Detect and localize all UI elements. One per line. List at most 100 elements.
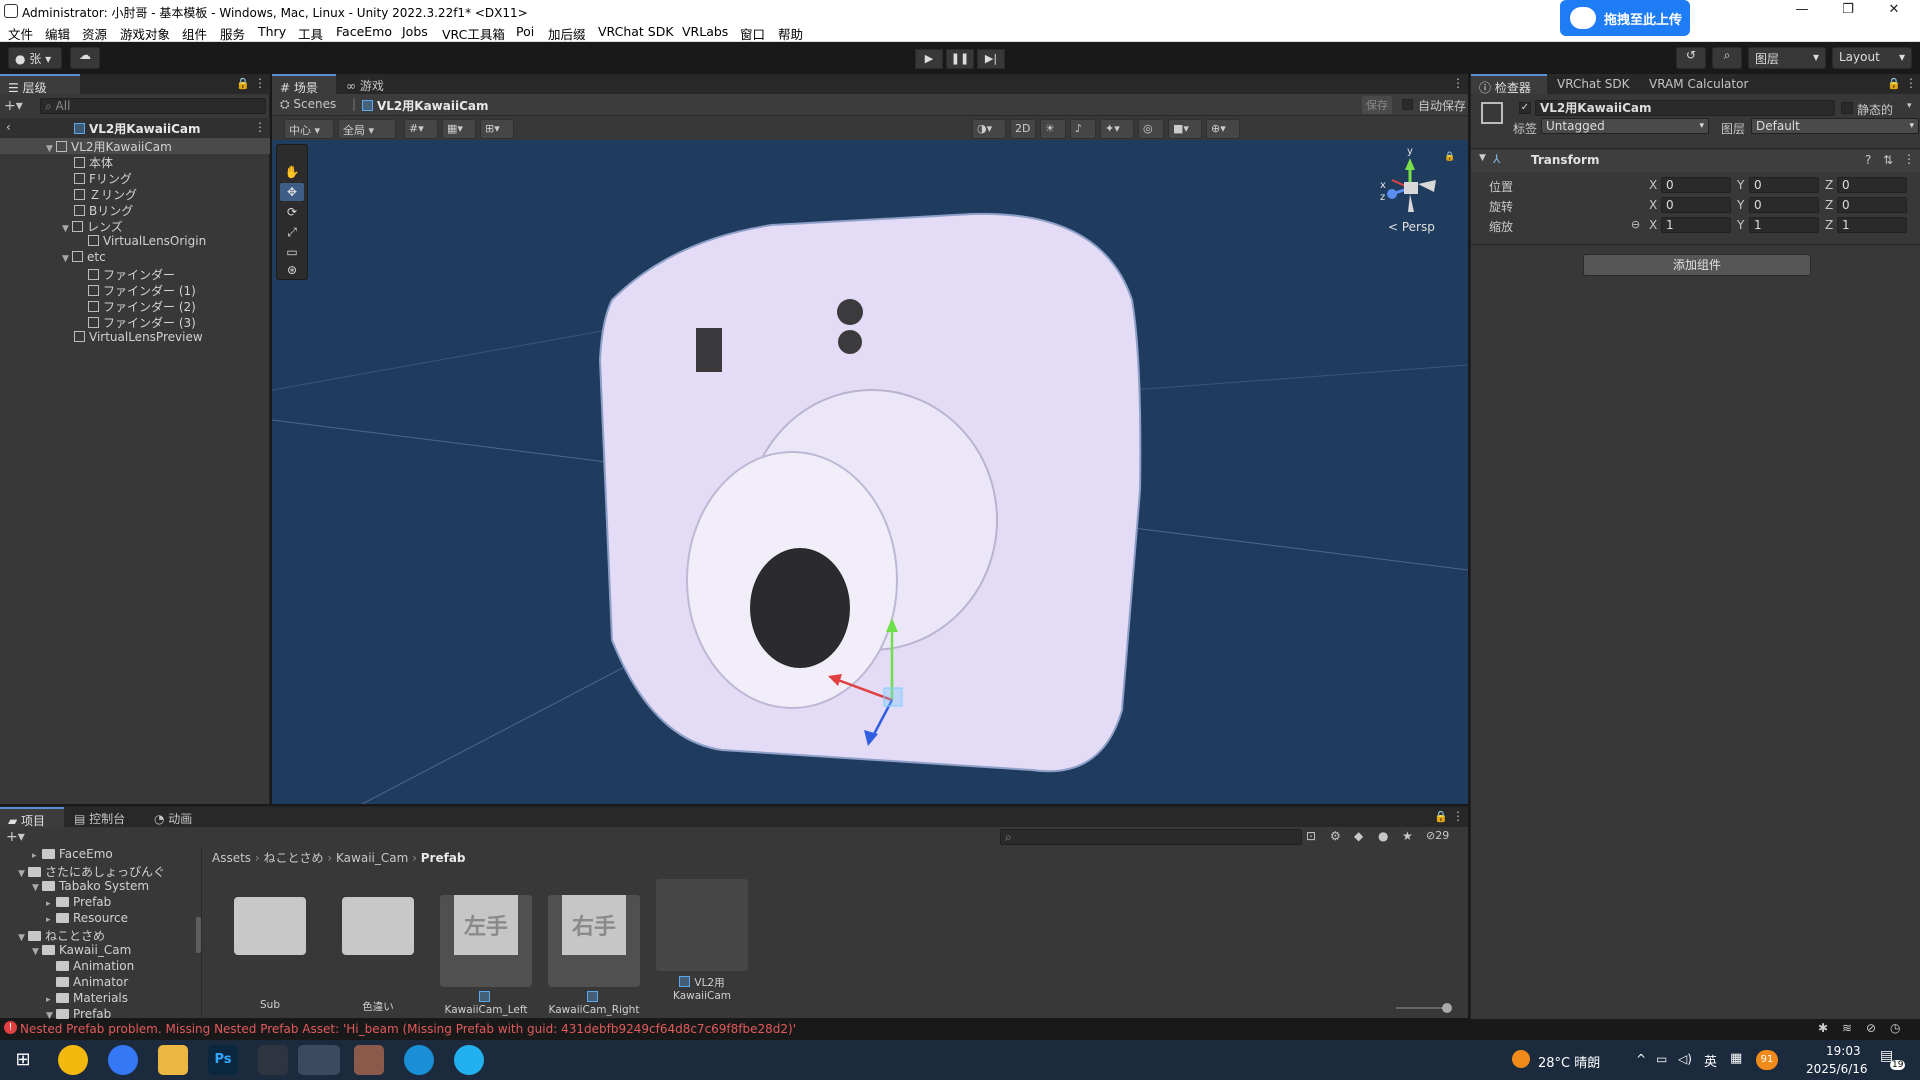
object-name-field[interactable]: VL2用KawaiiCam [1535,100,1835,116]
add-component-button[interactable]: 添加组件 [1583,254,1811,276]
lighting-icon[interactable]: ☀ [1040,119,1066,139]
step-button[interactable]: ▶| [977,49,1005,69]
transform-header[interactable]: ▼ ⅄ Transform ? ⇅ ⋮ [1471,150,1920,172]
menu-item-gameobject[interactable]: 游戏对象 [120,24,170,43]
asset-item[interactable]: VL2用KawaiiCam [656,879,748,1002]
bug-icon[interactable]: ✱ [1818,1021,1828,1035]
scale-x-field[interactable]: 1 [1661,217,1731,233]
account-dropdown[interactable]: ● 张 ▾ [8,47,62,69]
more-icon[interactable]: ⋮ [1905,76,1917,90]
browser-icon[interactable] [108,1045,138,1075]
asset-item[interactable]: Sub [224,879,316,1011]
network-icon[interactable]: ▭ [1656,1052,1667,1066]
shading-mode-icon[interactable]: ◑▾ [972,119,1006,139]
menu-item-services[interactable]: 服务 [220,24,245,43]
more-icon[interactable]: ⋮ [1903,152,1915,166]
pivot-dropdown[interactable]: 中心 ▾ [284,119,334,139]
tree-item[interactable]: ▼ Prefab [46,1007,111,1019]
tab-vrchat-sdk[interactable]: VRChat SDK [1549,74,1641,94]
hierarchy-item[interactable]: Fリング [74,170,132,186]
link-icon[interactable]: ⊖ [1631,218,1640,231]
tree-item[interactable]: ▼ ねことさめ [18,927,105,943]
tree-scrollbar[interactable] [196,917,201,953]
menu-item-suffix[interactable]: 加后缀 [548,24,586,43]
tab-console[interactable]: ▤ 控制台 [66,807,144,827]
search-icon[interactable]: ⌕ [1712,47,1742,69]
menu-item-thry[interactable]: Thry [258,24,286,39]
more-icon[interactable]: ⋮ [1452,809,1464,823]
restore-button[interactable]: ❐ [1828,2,1868,17]
windows-start-icon[interactable]: ⊞ [8,1045,38,1075]
menu-item-assets[interactable]: 资源 [82,24,107,43]
preset-icon[interactable]: ⇅ [1883,153,1893,167]
photoshop-icon[interactable]: Ps [208,1045,238,1075]
transform-tool-icon[interactable]: ⊛ [280,261,304,279]
grid-snap-icon[interactable]: #▾ [404,119,438,139]
edge-icon[interactable] [404,1045,434,1075]
app-icon-3[interactable] [454,1045,484,1075]
move-tool-icon[interactable]: ✥ [280,183,304,201]
menu-item-poi[interactable]: Poi [516,24,534,39]
rect-tool-icon[interactable]: ▭ [280,243,304,261]
lock-icon[interactable]: 🔒 [236,77,250,90]
asset-item[interactable]: 左手 KawaiiCam_Left [440,879,532,1016]
back-icon[interactable]: ‹ [6,120,11,134]
project-search-input[interactable]: ⌕ [1000,829,1302,845]
unity-hub-icon[interactable] [258,1045,288,1075]
hidden-count[interactable]: ⊘29 [1426,829,1449,842]
network-icon[interactable]: ⊘ [1866,1021,1876,1035]
tree-item[interactable]: ▼ Kawaii_Cam [32,943,131,959]
clock-time[interactable]: 19:03 [1826,1044,1861,1058]
active-checkbox[interactable]: ✓ [1519,102,1531,114]
zoom-slider-handle[interactable] [1442,1003,1452,1013]
2d-toggle[interactable]: 2D [1010,119,1036,139]
hierarchy-item[interactable]: ファインダー [88,266,175,282]
rotation-y-field[interactable]: 0 [1749,197,1819,213]
upload-button[interactable]: 拖拽至此上传 [1560,0,1690,36]
effects-icon[interactable]: ✦▾ [1100,119,1134,139]
tray-chevron-icon[interactable]: ^ [1636,1052,1646,1066]
path-segment-current[interactable]: Prefab [421,851,466,865]
hierarchy-item[interactable]: VirtualLensOrigin [88,234,206,250]
menu-item-edit[interactable]: 编辑 [45,24,70,43]
static-dropdown-icon[interactable]: ▾ [1907,101,1912,111]
layer-dropdown[interactable]: Default ▾ [1751,118,1919,134]
hierarchy-item[interactable]: ▼ etc [62,250,106,266]
input-method-icon[interactable]: ▦ [1730,1051,1742,1066]
menu-item-file[interactable]: 文件 [8,24,33,43]
unity-editor-icon[interactable] [298,1045,340,1075]
breadcrumb-scenes[interactable]: ⛭ Scenes [280,97,336,112]
camera-icon[interactable]: ■▾ [1168,119,1202,139]
position-y-field[interactable]: 0 [1749,177,1819,193]
hierarchy-item[interactable]: ファインダー (1) [88,282,196,298]
lock-icon[interactable]: 🔒 [1887,77,1901,90]
menu-item-vrchat-sdk[interactable]: VRChat SDK [598,24,674,39]
tree-item[interactable]: Animation [56,959,134,975]
layout-dropdown[interactable]: Layout ▾ [1832,47,1912,69]
scene-viewport[interactable]: ✋ ✥ ⟳ ⤢ ▭ ⊛ y x z 🔒 < Persp [272,140,1468,804]
autosave-checkbox[interactable] [1402,99,1413,110]
tab-scene[interactable]: # 场景 [272,74,336,95]
history-icon[interactable]: ↺ [1676,47,1706,69]
scale-y-field[interactable]: 1 [1749,217,1819,233]
static-checkbox[interactable] [1841,102,1853,114]
tag-dropdown[interactable]: Untagged ▾ [1541,118,1709,134]
tree-item[interactable]: ▸ Materials [46,991,128,1007]
clock-date[interactable]: 2025/6/16 [1806,1062,1868,1076]
save-button[interactable]: 保存 [1362,96,1392,114]
tree-item[interactable]: ▸ FaceEmo [32,847,113,863]
scale-z-field[interactable]: 1 [1837,217,1907,233]
position-x-field[interactable]: 0 [1661,177,1731,193]
audio-icon[interactable]: ♪ [1070,119,1096,139]
file-explorer-icon[interactable] [158,1045,188,1075]
path-segment[interactable]: Kawaii_Cam [336,851,408,865]
favorite-icon[interactable]: ★ [1402,829,1413,843]
path-segment[interactable]: ねことさめ [264,851,324,865]
more-icon[interactable]: ⋮ [254,120,266,134]
menu-item-window[interactable]: 窗口 [740,24,765,43]
increment-snap-icon[interactable]: ⊞▾ [480,119,514,139]
tab-animation[interactable]: ◔ 动画 [146,807,216,827]
grid-icon[interactable]: ▦▾ [442,119,476,139]
search-by-type-icon[interactable]: ⊡ [1306,829,1316,843]
hierarchy-item[interactable]: VirtualLensPreview [74,330,203,346]
